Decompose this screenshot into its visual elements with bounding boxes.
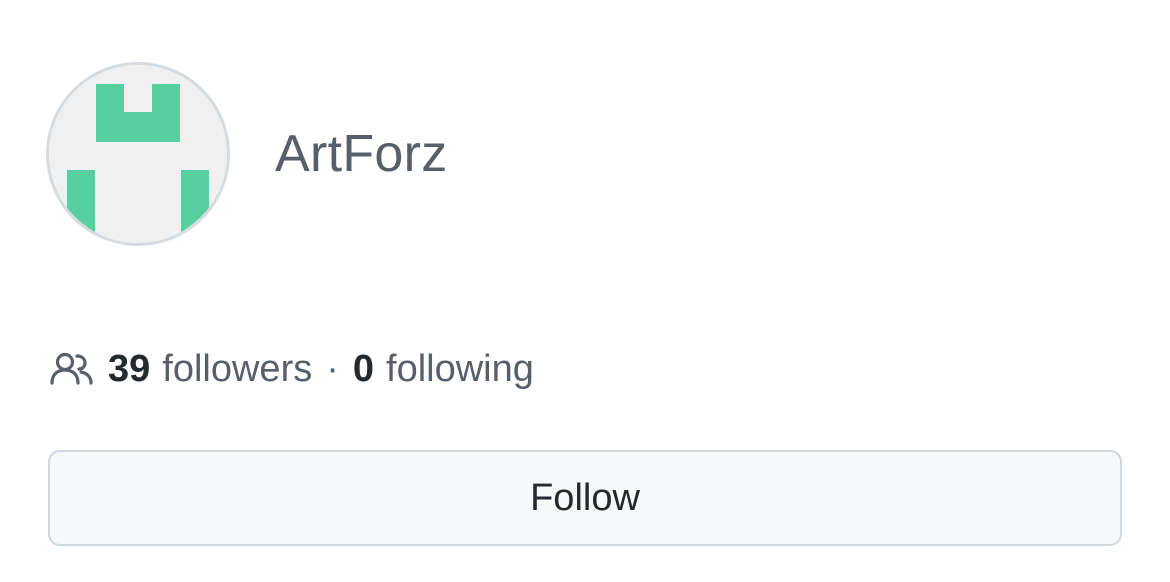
follow-stats: 39 followers · 0 following [48,345,534,393]
avatar[interactable] [46,62,230,246]
followers-link[interactable]: 39 followers [108,348,312,391]
stats-separator: · [326,347,339,390]
followers-label: followers [162,347,313,390]
following-link[interactable]: 0 following [353,348,534,391]
following-label: following [386,347,534,390]
profile-header: ArtForz [46,62,448,246]
following-count: 0 [352,347,375,390]
people-icon [48,345,96,393]
followers-count: 39 [108,347,151,390]
identicon-icon [49,65,227,243]
username: ArtForz [275,125,448,183]
follow-button[interactable]: Follow [48,450,1122,546]
